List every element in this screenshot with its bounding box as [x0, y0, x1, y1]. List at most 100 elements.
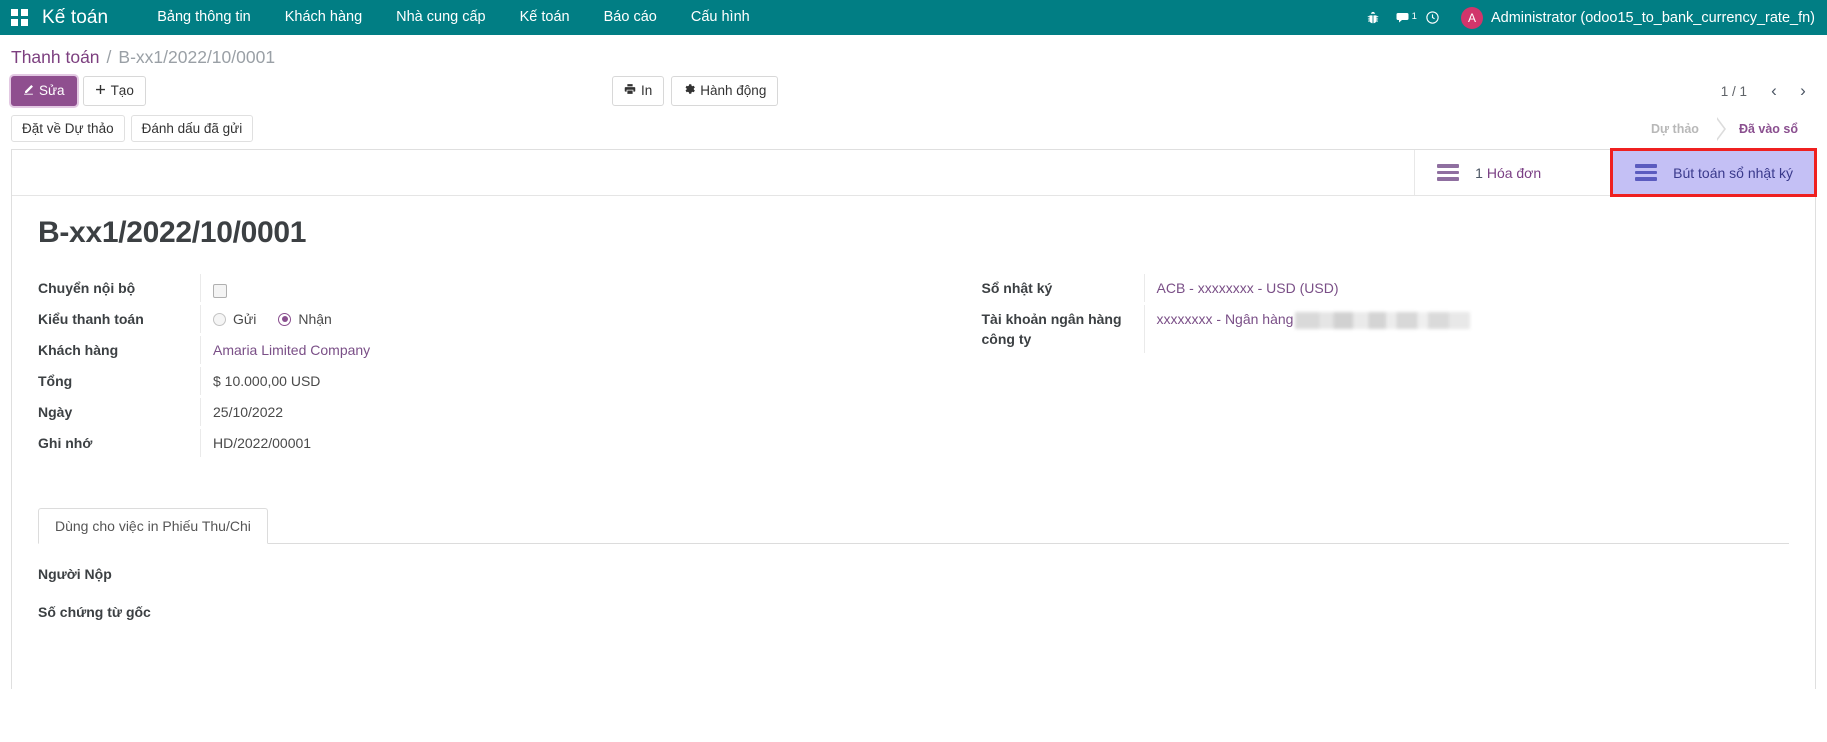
- field-value-journal[interactable]: ACB - xxxxxxxx - USD (USD): [1144, 274, 1790, 302]
- print-button-label: In: [641, 82, 652, 100]
- field-label-payer: Người Nộp: [38, 566, 1789, 582]
- gear-icon: [683, 82, 695, 100]
- form-column-left: Chuyển nội bộ Kiểu thanh toán Gửi: [38, 274, 914, 460]
- field-value-company-bank-account[interactable]: xxxxxxxx - Ngân hàng: [1144, 305, 1790, 353]
- field-label-company-bank-account: Tài khoản ngân hàng công ty: [982, 305, 1144, 353]
- breadcrumb-separator: /: [107, 47, 112, 68]
- field-company-bank-account: Tài khoản ngân hàng công ty xxxxxxxx - N…: [982, 305, 1790, 353]
- chevron-left-icon[interactable]: ‹: [1761, 78, 1787, 104]
- workflow-buttons: Đặt về Dự thảo Đánh dấu đã gửi: [11, 115, 253, 142]
- field-payment-type: Kiểu thanh toán Gửi Nhận: [38, 305, 914, 335]
- apps-grid-cell: [11, 19, 18, 26]
- messages-icon[interactable]: 1: [1388, 10, 1418, 26]
- apps-grid-cell: [21, 9, 28, 16]
- field-value-customer[interactable]: Amaria Limited Company: [200, 336, 914, 364]
- field-memo: Ghi nhớ HD/2022/00001: [38, 429, 914, 459]
- field-label-internal-transfer: Chuyển nội bộ: [38, 274, 200, 302]
- payment-type-radio-group: Gửi Nhận: [213, 309, 914, 329]
- form-sheet-wrapper: 1 Hóa đơn Bút toán sổ nhật ký B-xx1/2022…: [0, 149, 1827, 689]
- lines-list-icon: [1437, 164, 1459, 181]
- internal-transfer-checkbox[interactable]: [213, 284, 227, 298]
- menu-item-configuration[interactable]: Cấu hình: [674, 0, 767, 35]
- create-button[interactable]: Tạo: [83, 76, 146, 106]
- invoice-label: Hóa đơn: [1487, 165, 1541, 181]
- avatar[interactable]: A: [1461, 7, 1483, 29]
- control-panel-center-actions: In Hành động: [612, 76, 778, 106]
- activity-clock-icon[interactable]: [1418, 10, 1448, 25]
- action-button[interactable]: Hành động: [671, 76, 778, 106]
- apps-grid-cell: [11, 9, 18, 16]
- breadcrumb-current: B-xx1/2022/10/0001: [118, 47, 275, 68]
- pencil-icon: [23, 82, 34, 100]
- stat-button-invoices-text: 1 Hóa đơn: [1475, 165, 1541, 181]
- apps-grid-cell: [21, 19, 28, 26]
- chevron-right-icon[interactable]: ›: [1790, 78, 1816, 104]
- invoice-count: 1: [1475, 165, 1483, 181]
- mark-as-sent-button[interactable]: Đánh dấu đã gửi: [131, 115, 254, 142]
- payment-type-option-receive[interactable]: Nhận: [278, 309, 331, 329]
- status-row: Đặt về Dự thảo Đánh dấu đã gửi Dự thảo Đ…: [0, 112, 1827, 149]
- breadcrumb: Thanh toán / B-xx1/2022/10/0001: [0, 35, 1827, 72]
- field-label-memo: Ghi nhớ: [38, 429, 200, 457]
- status-posted[interactable]: Đã vào sổ: [1717, 117, 1816, 141]
- notebook-tabs: Dùng cho việc in Phiếu Thu/Chi: [38, 508, 1789, 544]
- line: [1437, 177, 1459, 181]
- field-date: Ngày 25/10/2022: [38, 398, 914, 428]
- radio-receive-label: Nhận: [298, 309, 331, 329]
- breadcrumb-root[interactable]: Thanh toán: [11, 47, 100, 68]
- tab-receipt-printing[interactable]: Dùng cho việc in Phiếu Thu/Chi: [38, 508, 268, 544]
- control-panel: Sửa Tạo In Hành: [0, 72, 1827, 112]
- create-button-label: Tạo: [111, 82, 134, 100]
- radio-send[interactable]: [213, 313, 226, 326]
- record-title: B-xx1/2022/10/0001: [38, 216, 1789, 250]
- journal-entry-label: Bút toán sổ nhật ký: [1673, 165, 1793, 181]
- app-brand-name[interactable]: Kế toán: [42, 7, 108, 29]
- stat-button-invoices[interactable]: 1 Hóa đơn: [1414, 150, 1612, 195]
- field-value-date: 25/10/2022: [200, 398, 914, 426]
- form-sheet: 1 Hóa đơn Bút toán sổ nhật ký B-xx1/2022…: [11, 149, 1816, 689]
- line: [1635, 171, 1657, 175]
- pager: 1 / 1 ‹ ›: [1721, 78, 1816, 104]
- status-bar: Dự thảo Đã vào sổ: [1629, 117, 1816, 141]
- user-name-label[interactable]: Administrator (odoo15_to_bank_currency_r…: [1491, 10, 1815, 26]
- payment-type-option-send[interactable]: Gửi: [213, 309, 256, 329]
- field-value-memo: HD/2022/00001: [200, 429, 914, 457]
- notebook: Dùng cho việc in Phiếu Thu/Chi Người Nộp…: [38, 508, 1789, 620]
- messages-badge-count: 1: [1412, 12, 1417, 22]
- menu-item-vendors[interactable]: Nhà cung cấp: [379, 0, 502, 35]
- reset-to-draft-button[interactable]: Đặt về Dự thảo: [11, 115, 125, 142]
- top-navbar: Kế toán Bảng thông tin Khách hàng Nhà cu…: [0, 0, 1827, 35]
- edit-button-label: Sửa: [39, 82, 65, 100]
- stat-button-box: 1 Hóa đơn Bút toán sổ nhật ký: [12, 150, 1815, 196]
- record-actions-group: Sửa Tạo: [11, 76, 146, 106]
- notebook-page-receipt-printing: Người Nộp Số chứng từ gốc: [38, 544, 1789, 620]
- menu-item-accounting[interactable]: Kế toán: [503, 0, 587, 35]
- bug-icon[interactable]: [1358, 11, 1388, 25]
- radio-receive[interactable]: [278, 313, 291, 326]
- form-grid: Chuyển nội bộ Kiểu thanh toán Gửi: [38, 274, 1789, 460]
- action-button-label: Hành động: [700, 82, 766, 100]
- line: [1635, 177, 1657, 181]
- menu-item-dashboard[interactable]: Bảng thông tin: [140, 0, 268, 35]
- form-sheet-body: B-xx1/2022/10/0001 Chuyển nội bộ Kiểu th…: [12, 196, 1815, 620]
- pager-value: 1 / 1: [1721, 84, 1747, 99]
- field-label-original-document-number: Số chứng từ gốc: [38, 604, 1789, 620]
- form-column-right: Sổ nhật ký ACB - xxxxxxxx - USD (USD) Tà…: [914, 274, 1790, 460]
- field-label-payment-type: Kiểu thanh toán: [38, 305, 200, 333]
- line: [1635, 164, 1657, 168]
- field-amount: Tổng $ 10.000,00 USD: [38, 367, 914, 397]
- menu-item-reports[interactable]: Báo cáo: [587, 0, 674, 35]
- status-draft[interactable]: Dự thảo: [1629, 117, 1717, 141]
- menu-item-customers[interactable]: Khách hàng: [268, 0, 379, 35]
- apps-grid-icon[interactable]: [11, 9, 29, 27]
- stat-button-journal-entry[interactable]: Bút toán sổ nhật ký: [1612, 150, 1815, 195]
- main-menu: Bảng thông tin Khách hàng Nhà cung cấp K…: [140, 0, 767, 35]
- print-button[interactable]: In: [612, 76, 664, 106]
- field-internal-transfer: Chuyển nội bộ: [38, 274, 914, 304]
- field-label-date: Ngày: [38, 398, 200, 426]
- line: [1437, 164, 1459, 168]
- field-label-customer: Khách hàng: [38, 336, 200, 364]
- radio-send-label: Gửi: [233, 309, 256, 329]
- edit-button[interactable]: Sửa: [11, 76, 77, 106]
- redacted-bank-name: [1295, 312, 1470, 329]
